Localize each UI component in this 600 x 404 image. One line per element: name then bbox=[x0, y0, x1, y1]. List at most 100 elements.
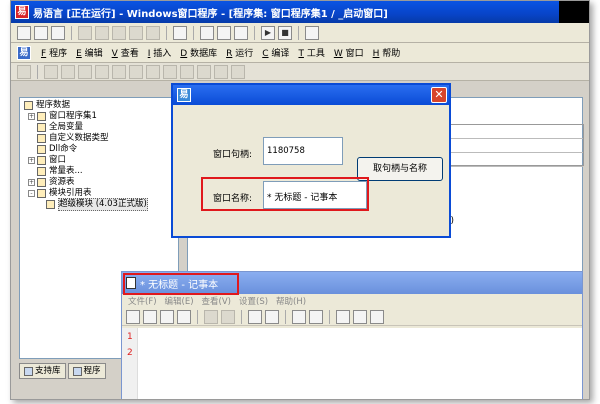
tree-item-selected[interactable]: 超级模块 (4.03正式版) bbox=[24, 198, 178, 211]
align-icon[interactable] bbox=[231, 64, 245, 79]
toolbar-separator bbox=[298, 25, 299, 40]
tab-program[interactable]: 程序 bbox=[67, 363, 106, 379]
window-title: 易语言 [正在运行] - Windows窗口程序 - [程序集: 窗口程序集1 … bbox=[33, 8, 388, 20]
undo-icon[interactable] bbox=[204, 309, 218, 324]
dialog-logo-icon: 易 bbox=[177, 88, 191, 102]
constant-icon bbox=[37, 167, 46, 176]
align-icon[interactable] bbox=[78, 64, 92, 79]
paste-icon[interactable] bbox=[112, 25, 126, 40]
run-icon[interactable]: ▶ bbox=[261, 25, 275, 40]
line-number: 1 bbox=[127, 332, 133, 342]
toolbar-separator bbox=[193, 25, 194, 40]
app-logo-icon: 易 bbox=[15, 5, 29, 19]
menu-file[interactable]: F 程序 bbox=[38, 46, 70, 59]
settings-icon[interactable] bbox=[370, 309, 384, 324]
new-file-icon[interactable] bbox=[126, 309, 140, 324]
cut-icon[interactable] bbox=[78, 25, 92, 40]
stop-icon[interactable]: ■ bbox=[278, 25, 292, 40]
notepad-editor[interactable]: 1 2 bbox=[122, 328, 582, 399]
undo-icon[interactable] bbox=[129, 25, 143, 40]
align-icon[interactable] bbox=[61, 64, 75, 79]
tree-item[interactable]: + 窗口 bbox=[24, 155, 178, 166]
open-file-icon[interactable] bbox=[143, 309, 157, 324]
debug-icon[interactable] bbox=[305, 25, 319, 40]
save-icon[interactable] bbox=[51, 25, 65, 40]
zoom-in-icon[interactable] bbox=[292, 309, 306, 324]
tree-item[interactable]: + 窗口程序集1 bbox=[24, 111, 178, 122]
tree-item[interactable]: 全局变量 bbox=[24, 122, 178, 133]
tree-root[interactable]: 程序数据 bbox=[24, 100, 178, 111]
menu-tools[interactable]: T 工具 bbox=[295, 46, 327, 59]
expand-icon[interactable]: + bbox=[28, 157, 35, 164]
tab-support-library[interactable]: 支持库 bbox=[19, 363, 66, 379]
save-icon[interactable] bbox=[177, 309, 191, 324]
title-bar: 易 易语言 [正在运行] - Windows窗口程序 - [程序集: 窗口程序集… bbox=[11, 1, 589, 23]
redo-icon[interactable] bbox=[146, 25, 160, 40]
layout-icon[interactable] bbox=[200, 25, 214, 40]
menu-window[interactable]: W 窗口 bbox=[331, 46, 367, 59]
layout-icon[interactable] bbox=[217, 25, 231, 40]
menu-view[interactable]: V 查看 bbox=[109, 46, 142, 59]
layout-icon[interactable] bbox=[234, 25, 248, 40]
notepad-toolbar bbox=[122, 308, 582, 326]
toolbar-separator bbox=[166, 25, 167, 40]
menu-help[interactable]: H 帮助 bbox=[370, 46, 404, 59]
menu-insert[interactable]: I 插入 bbox=[145, 46, 175, 59]
align-icon[interactable] bbox=[197, 64, 211, 79]
open-recent-icon[interactable] bbox=[160, 309, 174, 324]
notepad-menu-help[interactable]: 帮助(H) bbox=[276, 295, 306, 307]
handle-label: 窗口句柄: bbox=[213, 150, 253, 160]
notepad-menu-file[interactable]: 文件(F) bbox=[128, 295, 157, 307]
align-icon[interactable] bbox=[95, 64, 109, 79]
menu-run[interactable]: R 运行 bbox=[223, 46, 256, 59]
program-icon bbox=[72, 366, 82, 376]
module-icon bbox=[37, 112, 46, 121]
handle-input[interactable]: 1180758 bbox=[263, 137, 343, 165]
redo-icon[interactable] bbox=[221, 309, 235, 324]
view-icon[interactable] bbox=[353, 309, 367, 324]
align-icon[interactable] bbox=[17, 64, 31, 79]
expand-icon[interactable]: + bbox=[28, 179, 35, 186]
align-icon[interactable] bbox=[146, 64, 160, 79]
copy-icon[interactable] bbox=[95, 25, 109, 40]
code-table bbox=[448, 124, 584, 167]
toolbar-separator bbox=[254, 25, 255, 40]
toolbar-separator bbox=[329, 309, 330, 324]
menu-compile[interactable]: C 编译 bbox=[259, 46, 292, 59]
notepad-menu-settings[interactable]: 设置(S) bbox=[239, 295, 268, 307]
highlight-box bbox=[201, 177, 369, 211]
menu-edit[interactable]: E 编辑 bbox=[73, 46, 106, 59]
close-icon[interactable]: ✕ bbox=[431, 87, 447, 103]
find-icon[interactable] bbox=[248, 309, 262, 324]
main-window: 易 易语言 [正在运行] - Windows窗口程序 - [程序集: 窗口程序集… bbox=[10, 0, 590, 400]
menu-logo-icon: 易 bbox=[17, 45, 31, 60]
align-icon[interactable] bbox=[163, 64, 177, 79]
align-icon[interactable] bbox=[129, 64, 143, 79]
align-icon[interactable] bbox=[44, 64, 58, 79]
tree-item[interactable]: Dll命令 bbox=[24, 144, 178, 155]
line-number: 2 bbox=[127, 348, 133, 358]
zoom-out-icon[interactable] bbox=[309, 309, 323, 324]
tree-item[interactable]: 自定义数据类型 bbox=[24, 133, 178, 144]
get-handle-button[interactable]: 取句柄与名称 bbox=[357, 157, 443, 181]
open-file-icon[interactable] bbox=[34, 25, 48, 40]
tree-item[interactable]: + 资源表 bbox=[24, 177, 178, 188]
notepad-menu-view[interactable]: 查看(V) bbox=[202, 295, 231, 307]
menu-database[interactable]: D 数据库 bbox=[177, 46, 220, 59]
align-icon[interactable] bbox=[180, 64, 194, 79]
notepad-menu-edit[interactable]: 编辑(E) bbox=[165, 295, 194, 307]
toolbar-separator bbox=[197, 309, 198, 324]
align-icon[interactable] bbox=[112, 64, 126, 79]
expand-icon[interactable]: + bbox=[28, 113, 35, 120]
align-icon[interactable] bbox=[214, 64, 228, 79]
replace-icon[interactable] bbox=[265, 309, 279, 324]
new-file-icon[interactable] bbox=[17, 25, 31, 40]
find-icon[interactable] bbox=[173, 25, 187, 40]
collapse-icon[interactable]: - bbox=[28, 190, 35, 197]
tree-item[interactable]: 常量表... bbox=[24, 166, 178, 177]
view-icon[interactable] bbox=[336, 309, 350, 324]
notepad-menu: 文件(F) 编辑(E) 查看(V) 设置(S) 帮助(H) bbox=[122, 294, 582, 308]
resource-icon bbox=[37, 178, 46, 187]
folder-icon bbox=[24, 101, 33, 110]
highlight-box bbox=[123, 273, 239, 295]
